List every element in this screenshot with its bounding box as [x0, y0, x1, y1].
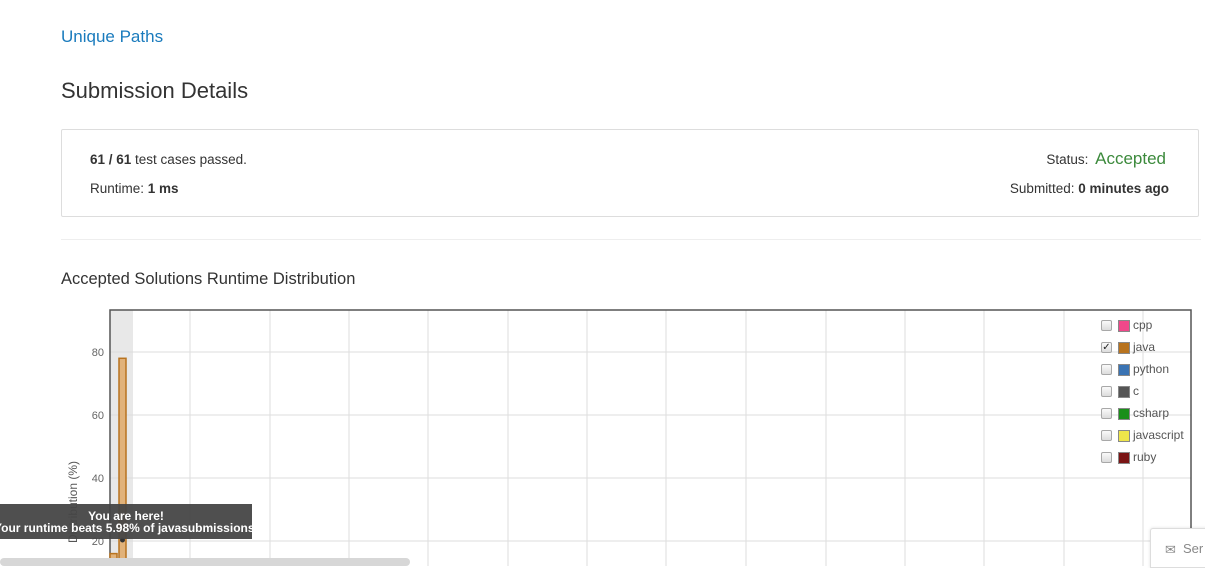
- chart-heading: Accepted Solutions Runtime Distribution: [61, 270, 356, 288]
- envelope-icon: ✉: [1165, 542, 1176, 557]
- legend-checkbox[interactable]: [1101, 452, 1112, 463]
- legend-label: c: [1133, 384, 1139, 398]
- submitted-label: Submitted:: [1009, 181, 1079, 196]
- status-label: Status:: [1046, 152, 1093, 167]
- send-feedback-label: Ser: [1183, 541, 1204, 556]
- legend-swatch: [1118, 364, 1130, 376]
- tooltip-line2: Your runtime beats 5.98% of javasubmissi…: [0, 521, 258, 535]
- legend-checkbox[interactable]: [1101, 364, 1112, 375]
- legend-swatch: [1118, 430, 1130, 442]
- legend-label: java: [1133, 340, 1156, 354]
- legend-checkbox[interactable]: [1101, 320, 1112, 331]
- legend-label: ruby: [1133, 450, 1157, 464]
- plot-frame: [109, 309, 1192, 566]
- runtime-text: Runtime: 1 ms: [90, 181, 179, 196]
- legend-swatch: [1118, 452, 1130, 464]
- status-line: Status: Accepted: [1046, 149, 1166, 169]
- legend-swatch: [1118, 386, 1130, 398]
- runtime-value: 1 ms: [147, 181, 179, 196]
- passed-suffix: test cases passed.: [131, 152, 247, 167]
- test-cases-text: 61 / 61 test cases passed.: [90, 152, 247, 167]
- legend-checkbox[interactable]: [1101, 430, 1112, 441]
- legend-label: cpp: [1133, 318, 1153, 332]
- page-title: Submission Details: [61, 78, 249, 103]
- legend-checkbox[interactable]: [1101, 408, 1112, 419]
- runtime-label: Runtime:: [90, 181, 148, 196]
- submitted-line: Submitted: 0 minutes ago: [1010, 181, 1169, 196]
- divider: [61, 239, 1201, 240]
- y-tick-label: 40: [92, 473, 104, 485]
- send-feedback-widget[interactable]: ✉ Ser: [1150, 528, 1205, 568]
- y-tick-label: 60: [92, 410, 104, 422]
- legend-checkbox[interactable]: ✓: [1101, 342, 1112, 353]
- problem-link[interactable]: Unique Paths: [61, 27, 163, 47]
- legend-swatch: [1118, 408, 1130, 420]
- status-value[interactable]: Accepted: [1095, 149, 1166, 168]
- legend-swatch: [1118, 320, 1130, 332]
- passed-count: 61 / 61: [90, 152, 132, 167]
- submission-details-panel: 61 / 61 test cases passed. Runtime: 1 ms…: [61, 129, 1199, 217]
- submitted-value: 0 minutes ago: [1078, 181, 1169, 196]
- legend-checkbox[interactable]: [1101, 386, 1112, 397]
- legend-label: javascript: [1133, 428, 1184, 442]
- legend-swatch: [1118, 342, 1130, 354]
- legend-label: python: [1133, 362, 1170, 376]
- y-tick-label: 80: [92, 347, 104, 359]
- horizontal-scrollbar[interactable]: [0, 558, 410, 566]
- runtime-tooltip: You are here! Your runtime beats 5.98% o…: [0, 504, 258, 539]
- legend-label: csharp: [1133, 406, 1170, 420]
